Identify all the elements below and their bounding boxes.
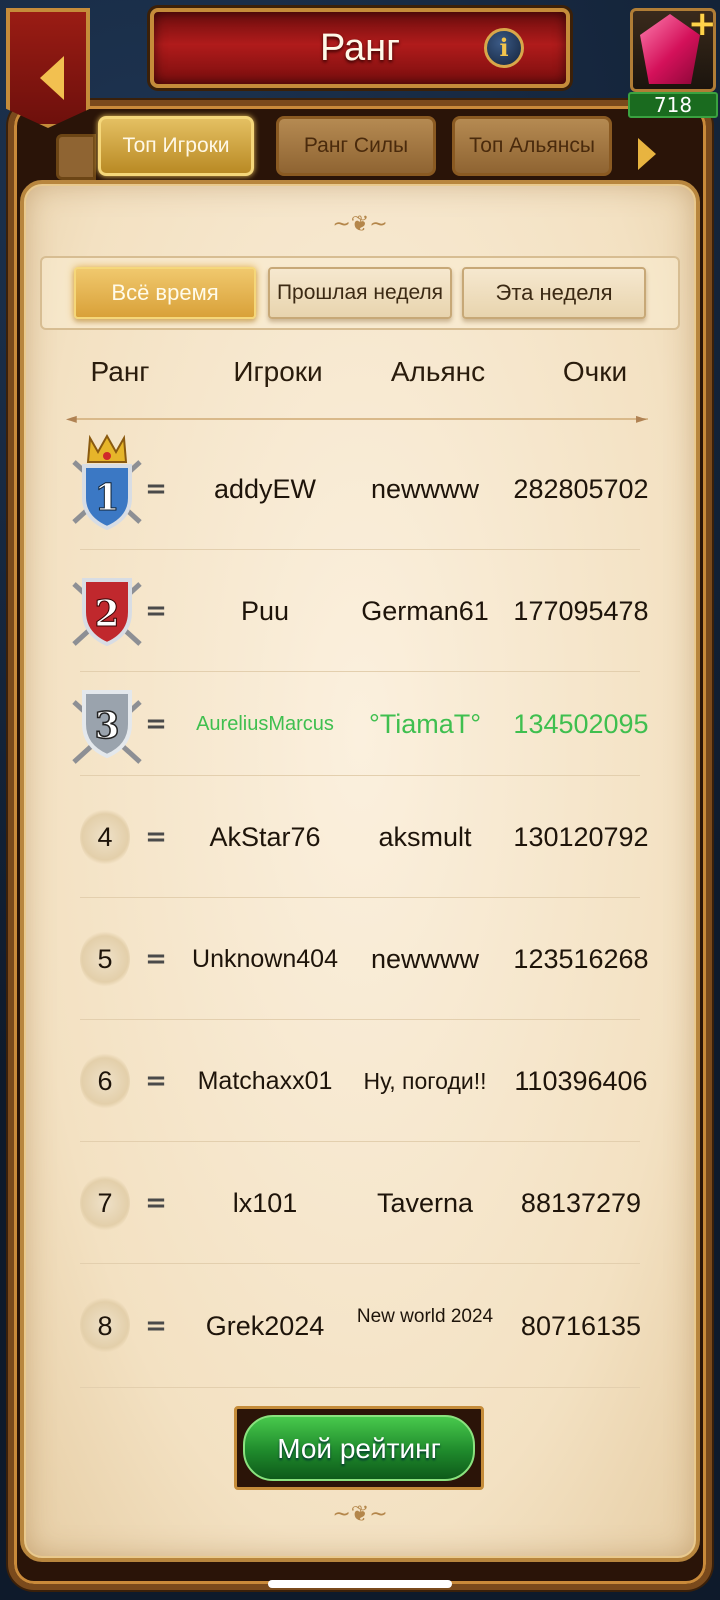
column-header-score: Очки [562, 356, 628, 387]
gem-count: 718 [628, 92, 718, 118]
silver-shield-icon: 3 [72, 690, 142, 764]
tab-top-alliances[interactable]: Топ Альянсы [452, 116, 612, 176]
svg-text:3: 3 [94, 705, 119, 747]
rank-number: 4 [97, 821, 113, 852]
alliance-name: newwww [370, 943, 480, 974]
back-button[interactable] [6, 8, 90, 128]
alliance-name: Ну, погоди!! [363, 1067, 487, 1094]
table-row[interactable]: 7 = lx101 Taverna 88137279 [70, 1142, 650, 1264]
red-shield-icon: 2 [72, 578, 142, 647]
divider-ornament-left: ◄ [66, 411, 77, 427]
row-divider [80, 1387, 640, 1388]
tab-scroll-stub [56, 134, 96, 180]
rank-trend: = [145, 1066, 167, 1096]
rank-trend: = [145, 596, 167, 626]
rank-number: 6 [97, 1065, 113, 1096]
add-gems-icon[interactable]: + [688, 7, 717, 41]
rank-number: 5 [97, 943, 113, 974]
rank-trend: = [145, 822, 167, 852]
my-rating-label: Мой рейтинг [243, 1415, 475, 1481]
info-icon[interactable]: i [484, 28, 524, 68]
flourish-bottom: ~❦~ [332, 1502, 388, 1527]
alliance-name: aksmult [378, 821, 472, 852]
my-rating-button[interactable]: Мой рейтинг [234, 1406, 484, 1490]
rank-number: 8 [97, 1310, 113, 1341]
table-row[interactable]: 6 = Matchaxx01 Ну, погоди!! 110396406 [70, 1020, 650, 1142]
tab-top-players[interactable]: Топ Игроки [98, 116, 254, 176]
page-title: Ранг [319, 27, 401, 69]
score: 80716135 [520, 1310, 642, 1341]
divider-ornament-right: ► [636, 411, 647, 427]
player-name[interactable]: Unknown404 [185, 898, 345, 1020]
column-header-rank: Ранг [90, 356, 150, 387]
table-row[interactable]: 4 = AkStar76 aksmult 130120792 [70, 776, 650, 898]
player-name[interactable]: lx101 [185, 1142, 345, 1264]
score: 282805702 [513, 473, 649, 504]
alliance-name: German61 [361, 595, 489, 626]
column-header-alliance: Альянс [390, 356, 486, 387]
player-name[interactable]: Matchaxx01 [185, 1020, 345, 1142]
alliance-name: New world 2024 [356, 1306, 494, 1327]
alliance-name: °TiamaT° [368, 708, 482, 739]
header-divider [72, 418, 648, 420]
subtab-all-time[interactable]: Всё время [74, 267, 256, 319]
score: 134502095 [513, 708, 649, 739]
table-row[interactable]: 1 = addyEW newwww 282805702 [70, 428, 650, 550]
player-name[interactable]: AureliusMarcus [185, 672, 345, 776]
rank-trend: = [145, 1311, 167, 1341]
player-name[interactable]: addyEW [185, 428, 345, 550]
alliance-name: Taverna [376, 1187, 474, 1218]
subtab-this-week[interactable]: Эта неделя [462, 267, 646, 319]
svg-text:2: 2 [94, 593, 119, 635]
table-row[interactable]: 8 = Grek2024 New world 2024 80716135 [70, 1264, 650, 1388]
crown-shield-icon: 1 [72, 433, 142, 531]
score: 177095478 [513, 595, 649, 626]
chevron-right-icon[interactable] [632, 132, 662, 178]
score: 123516268 [513, 943, 649, 974]
subtab-last-week[interactable]: Прошлая неделя [268, 267, 452, 319]
player-name[interactable]: Puu [185, 550, 345, 672]
rank-number: 7 [97, 1187, 113, 1218]
score: 110396406 [514, 1065, 648, 1096]
column-header-players: Игроки [233, 356, 323, 387]
rank-trend: = [145, 709, 167, 739]
table-row[interactable]: 5 = Unknown404 newwww 123516268 [70, 898, 650, 1020]
rank-trend: = [145, 474, 167, 504]
table-row[interactable]: 2 = Puu German61 177095478 [70, 550, 650, 672]
rank-trend: = [145, 1188, 167, 1218]
rank-trend: = [145, 944, 167, 974]
alliance-name: newwww [370, 473, 480, 504]
score: 130120792 [513, 821, 649, 852]
player-name[interactable]: Grek2024 [185, 1264, 345, 1388]
player-name[interactable]: AkStar76 [185, 776, 345, 898]
tab-power-rank[interactable]: Ранг Силы [276, 116, 436, 176]
svg-text:1: 1 [94, 477, 119, 519]
flourish-top: ~❦~ [332, 212, 388, 237]
score: 88137279 [520, 1187, 642, 1218]
chevron-left-icon [40, 56, 64, 100]
table-row[interactable]: 3 = AureliusMarcus °TiamaT° 134502095 [70, 672, 650, 776]
home-indicator[interactable] [268, 1580, 452, 1588]
